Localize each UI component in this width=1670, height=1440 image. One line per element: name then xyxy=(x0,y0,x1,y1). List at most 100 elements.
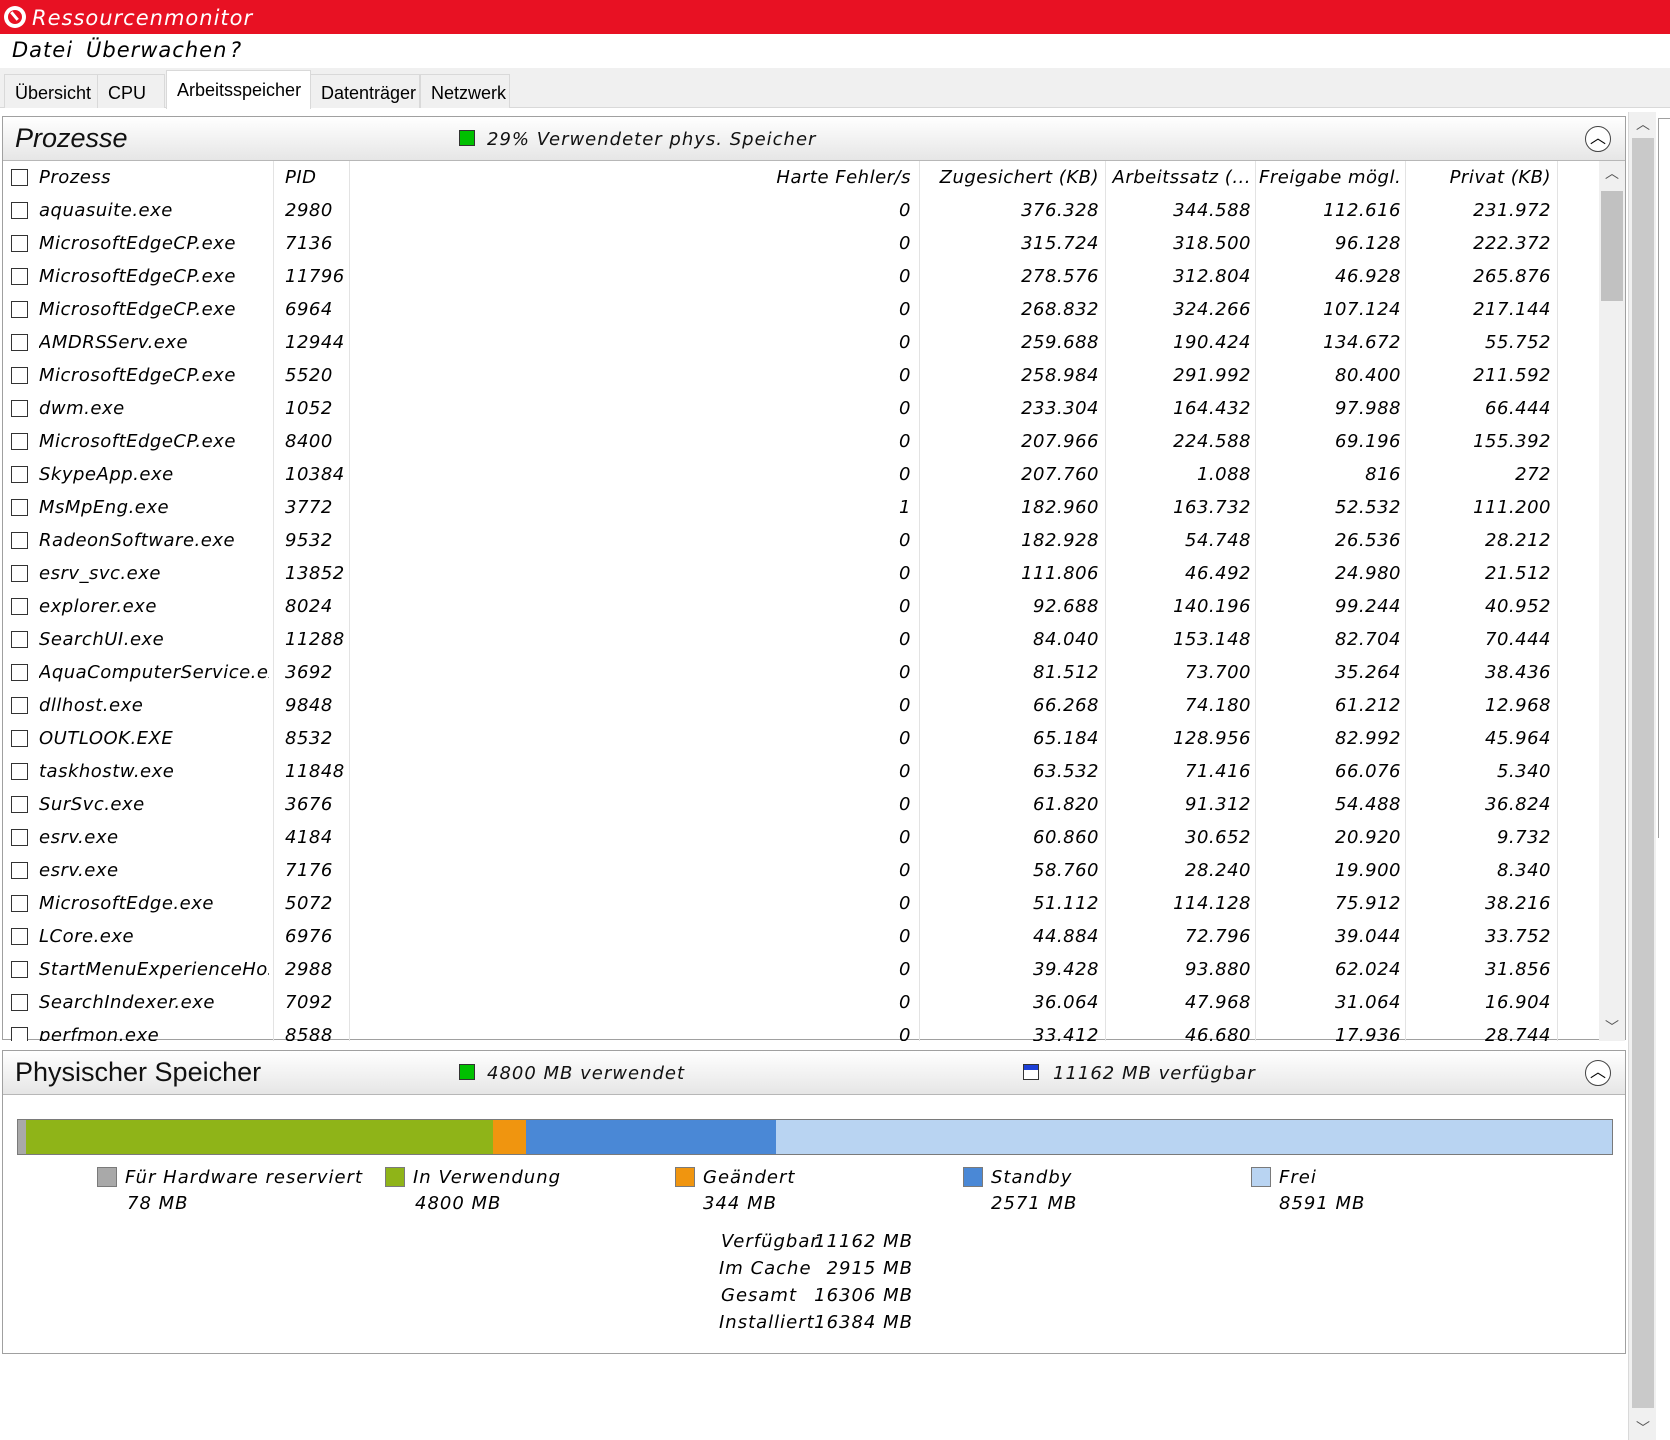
collapse-processes-button[interactable]: ︿ xyxy=(1585,126,1611,152)
row-checkbox[interactable] xyxy=(11,763,28,780)
legend-in-use-label: In Verwendung xyxy=(413,1167,562,1188)
column-header-working-set[interactable]: Arbeitssatz (... xyxy=(1109,167,1251,188)
processes-header[interactable]: Prozesse 29% Verwendeter phys. Speicher … xyxy=(3,117,1625,161)
memory-usage-bar xyxy=(17,1119,1613,1155)
collapse-physical-memory-button[interactable]: ︿ xyxy=(1585,1060,1611,1086)
table-row[interactable]: perfmon.exe 8588 0 33.412 46.680 17.936 28.744 xyxy=(3,1019,1599,1041)
tab-memory[interactable]: Arbeitsspeicher xyxy=(166,70,311,109)
table-row[interactable]: MicrosoftEdge.exe 5072 0 51.112 114.128 75.91… xyxy=(3,887,1599,920)
legend-free-label: Frei xyxy=(1279,1167,1317,1188)
available-memory-text: 11162 MB verfügbar xyxy=(1053,1063,1256,1084)
physical-memory-header[interactable]: Physischer Speicher 4800 MB verwendet 11… xyxy=(3,1051,1625,1095)
table-row[interactable]: aquasuite.exe 2980 0 376.328 344.588 112.616 2… xyxy=(3,194,1599,227)
main-scroll-down-icon[interactable]: ﹀ xyxy=(1629,1418,1657,1440)
cell-process-name: explorer.exe xyxy=(39,596,157,617)
row-checkbox[interactable] xyxy=(11,268,28,285)
main-scrollbar-thumb[interactable] xyxy=(1632,138,1654,1408)
scroll-down-icon[interactable]: ﹀ xyxy=(1599,1017,1625,1041)
cell-shareable-kb: 97.988 xyxy=(1335,398,1401,419)
main-scrollbar[interactable]: ︿ ﹀ xyxy=(1628,112,1656,1440)
column-header-process[interactable]: Prozess xyxy=(39,167,111,188)
row-checkbox[interactable] xyxy=(11,928,28,945)
table-row[interactable]: MicrosoftEdgeCP.exe 7136 0 315.724 318.500 96… xyxy=(3,227,1599,260)
row-checkbox[interactable] xyxy=(11,400,28,417)
row-checkbox[interactable] xyxy=(11,697,28,714)
row-checkbox[interactable] xyxy=(11,1027,28,1041)
row-checkbox[interactable] xyxy=(11,631,28,648)
table-row[interactable]: dwm.exe 1052 0 233.304 164.432 97.988 66.444 xyxy=(3,392,1599,425)
row-checkbox[interactable] xyxy=(11,961,28,978)
menu-help[interactable]: ? xyxy=(230,38,242,62)
scrollbar-thumb[interactable] xyxy=(1601,191,1623,301)
table-row[interactable]: SurSvc.exe 3676 0 61.820 91.312 54.488 36.824 xyxy=(3,788,1599,821)
legend-reserved-icon xyxy=(97,1167,117,1187)
tab-disk[interactable]: Datenträger xyxy=(310,74,420,108)
table-row[interactable]: RadeonSoftware.exe 9532 0 182.928 54.748 26.5… xyxy=(3,524,1599,557)
row-checkbox[interactable] xyxy=(11,202,28,219)
cell-commit-kb: 207.760 xyxy=(1021,464,1099,485)
physical-memory-panel: Physischer Speicher 4800 MB verwendet 11… xyxy=(2,1050,1626,1354)
table-row[interactable]: SearchIndexer.exe 7092 0 36.064 47.968 31.064… xyxy=(3,986,1599,1019)
row-checkbox[interactable] xyxy=(11,895,28,912)
tab-overview[interactable]: Übersicht xyxy=(4,74,98,108)
row-checkbox[interactable] xyxy=(11,598,28,615)
row-checkbox[interactable] xyxy=(11,796,28,813)
cell-pid: 4184 xyxy=(285,827,333,848)
table-row[interactable]: MsMpEng.exe 3772 1 182.960 163.732 52.532 111.… xyxy=(3,491,1599,524)
row-checkbox[interactable] xyxy=(11,499,28,516)
cell-commit-kb: 258.984 xyxy=(1021,365,1099,386)
cell-working-set-kb: 1.088 xyxy=(1196,464,1251,485)
table-row[interactable]: LCore.exe 6976 0 44.884 72.796 39.044 33.752 xyxy=(3,920,1599,953)
table-row[interactable]: OUTLOOK.EXE 8532 0 65.184 128.956 82.992 45.96… xyxy=(3,722,1599,755)
table-row[interactable]: SkypeApp.exe 10384 0 207.760 1.088 816 272 xyxy=(3,458,1599,491)
row-checkbox[interactable] xyxy=(11,994,28,1011)
row-checkbox[interactable] xyxy=(11,532,28,549)
table-row[interactable]: esrv_svc.exe 13852 0 111.806 46.492 24.980 21.… xyxy=(3,557,1599,590)
menu-file[interactable]: Datei xyxy=(12,38,73,62)
process-table-scrollbar[interactable]: ︿ ﹀ xyxy=(1599,161,1625,1041)
table-row[interactable]: SearchUI.exe 11288 0 84.040 153.148 82.704 70.… xyxy=(3,623,1599,656)
menu-monitor[interactable]: Überwachen xyxy=(86,38,227,62)
table-row[interactable]: MicrosoftEdgeCP.exe 6964 0 268.832 324.266 10… xyxy=(3,293,1599,326)
row-checkbox[interactable] xyxy=(11,466,28,483)
cell-hard-faults: 0 xyxy=(899,365,911,386)
table-row[interactable]: MicrosoftEdgeCP.exe 5520 0 258.984 291.992 80… xyxy=(3,359,1599,392)
row-checkbox[interactable] xyxy=(11,334,28,351)
scroll-up-icon[interactable]: ︿ xyxy=(1599,163,1625,187)
row-checkbox[interactable] xyxy=(11,367,28,384)
column-header-shareable[interactable]: Freigabe mögl... xyxy=(1259,167,1401,188)
main-scroll-up-icon[interactable]: ︿ xyxy=(1629,114,1657,136)
row-checkbox[interactable] xyxy=(11,862,28,879)
column-header-private[interactable]: Privat (KB) xyxy=(1409,167,1551,188)
table-row[interactable]: taskhostw.exe 11848 0 63.532 71.416 66.076 5.3… xyxy=(3,755,1599,788)
tab-network[interactable]: Netzwerk xyxy=(420,74,510,108)
column-header-hard-faults[interactable]: Harte Fehler/s xyxy=(703,167,911,188)
row-checkbox[interactable] xyxy=(11,730,28,747)
cell-shareable-kb: 82.992 xyxy=(1335,728,1401,749)
tab-strip: Übersicht CPU Arbeitsspeicher Datenträge… xyxy=(0,68,1670,109)
table-row[interactable]: MicrosoftEdgeCP.exe 11796 0 278.576 312.804 4… xyxy=(3,260,1599,293)
cell-shareable-kb: 61.212 xyxy=(1335,695,1401,716)
tab-cpu[interactable]: CPU xyxy=(97,74,165,108)
table-row[interactable]: MicrosoftEdgeCP.exe 8400 0 207.966 224.588 69… xyxy=(3,425,1599,458)
column-header-commit[interactable]: Zugesichert (KB) xyxy=(923,167,1099,188)
row-checkbox[interactable] xyxy=(11,829,28,846)
table-row[interactable]: AquaComputerService.exe 3692 0 81.512 73.700… xyxy=(3,656,1599,689)
row-checkbox[interactable] xyxy=(11,301,28,318)
table-row[interactable]: dllhost.exe 9848 0 66.268 74.180 61.212 12.968 xyxy=(3,689,1599,722)
cell-process-name: perfmon.exe xyxy=(39,1025,160,1041)
select-all-checkbox[interactable] xyxy=(11,169,28,186)
column-header-pid[interactable]: PID xyxy=(285,167,317,188)
table-row[interactable]: explorer.exe 8024 0 92.688 140.196 99.244 40.9… xyxy=(3,590,1599,623)
table-row[interactable]: esrv.exe 4184 0 60.860 30.652 20.920 9.732 xyxy=(3,821,1599,854)
row-checkbox[interactable] xyxy=(11,664,28,681)
cell-process-name: dwm.exe xyxy=(39,398,125,419)
table-row[interactable]: esrv.exe 7176 0 58.760 28.240 19.900 8.340 xyxy=(3,854,1599,887)
cell-process-name: LCore.exe xyxy=(39,926,135,947)
cell-private-kb: 28.212 xyxy=(1485,530,1551,551)
table-row[interactable]: AMDRSServ.exe 12944 0 259.688 190.424 134.672… xyxy=(3,326,1599,359)
table-row[interactable]: StartMenuExperienceHost... 2988 0 39.428 93.… xyxy=(3,953,1599,986)
row-checkbox[interactable] xyxy=(11,433,28,450)
row-checkbox[interactable] xyxy=(11,235,28,252)
row-checkbox[interactable] xyxy=(11,565,28,582)
